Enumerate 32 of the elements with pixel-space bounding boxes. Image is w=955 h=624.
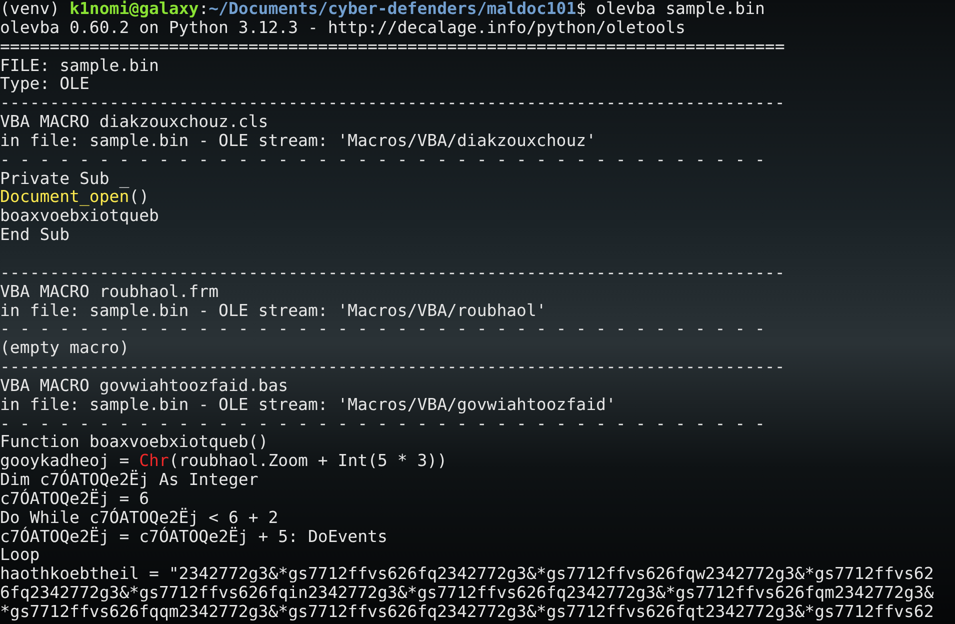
terminal-line: *gs7712ffvs626fqqm2342772g3&*gs7712ffvs626fq2342772g3&*gs7712ffvs626fqt2342772g3&*gs7712ffvs62 (0, 603, 934, 622)
terminal-line: (venv) k1nomi@galaxy:~/Documents/cyber-defenders/maldoc101$ olevba sample.bin (0, 0, 765, 19)
terminal-line: Do While c7ÓATOQe2Ëj < 6 + 2 (0, 508, 278, 527)
terminal-line: FILE: sample.bin (0, 56, 159, 76)
terminal-line: in file: sample.bin - OLE stream: 'Macros/VBA/roubhaol' (0, 302, 546, 320)
terminal-line: Document_open() (0, 188, 150, 208)
terminal-line: Dim c7ÓATOQe2Ëj As Integer (0, 471, 258, 490)
terminal-line: Loop (0, 546, 40, 566)
terminal-line: Private Sub _ (0, 170, 130, 188)
terminal-line: - - - - - - - - - - - - - - - - - - - - - - - - - - - - - - - - - - - - - - - (0, 320, 765, 340)
terminal-line: haothkoebtheil = "2342772g3&*gs7712ffvs626fq2342772g3&*gs7712ffvs626fqw2342772g3&*gs7712ffvs62 (0, 565, 934, 584)
terminal-line: ------------------------------------------------------------------------------- (0, 94, 785, 114)
terminal-line: boaxvoebxiotqueb (0, 207, 159, 226)
terminal-line: in file: sample.bin - OLE stream: 'Macros/VBA/diakzouxchouz' (0, 132, 596, 151)
terminal-line: VBA MACRO govwiahtoozfaid.bas (0, 376, 288, 396)
terminal-line: c7ÓATOQe2Ëj = 6 (0, 490, 150, 508)
terminal-line: VBA MACRO diakzouxchouz.cls (0, 113, 268, 132)
terminal-line: ------------------------------------------------------------------------------- (0, 358, 785, 377)
terminal-line: ------------------------------------------------------------------------------- (0, 264, 785, 283)
terminal-line: End Sub (0, 226, 70, 245)
terminal-line: gooykadheoj = Chr(roubhaol.Zoom + Int(5 * 3)) (0, 452, 448, 470)
terminal-line: olevba 0.60.2 on Python 3.12.3 - http://decalage.info/python/oletools (0, 18, 686, 38)
terminal-line: (empty macro) (0, 339, 130, 358)
terminal-line: VBA MACRO roubhaol.frm (0, 282, 219, 302)
terminal-line: - - - - - - - - - - - - - - - - - - - - - - - - - - - - - - - - - - - - - - - (0, 414, 765, 434)
terminal-line: Type: OLE (0, 75, 90, 94)
terminal-line: - - - - - - - - - - - - - - - - - - - - - - - - - - - - - - - - - - - - - - - (0, 150, 765, 170)
terminal-line: =============================================================================== (0, 38, 785, 57)
terminal-line: c7ÓATOQe2Ëj = c7ÓATOQe2Ëj + 5: DoEvents (0, 528, 388, 546)
terminal-line: 6fq2342772g3&*gs7712ffvs626fqin2342772g3&*gs7712ffvs626fq2342772g3&*gs7712ffvs626fqm2342772g3& (0, 584, 934, 603)
terminal-line: in file: sample.bin - OLE stream: 'Macros/VBA/govwiahtoozfaid' (0, 396, 616, 415)
terminal-line: Function boaxvoebxiotqueb() (0, 433, 268, 452)
